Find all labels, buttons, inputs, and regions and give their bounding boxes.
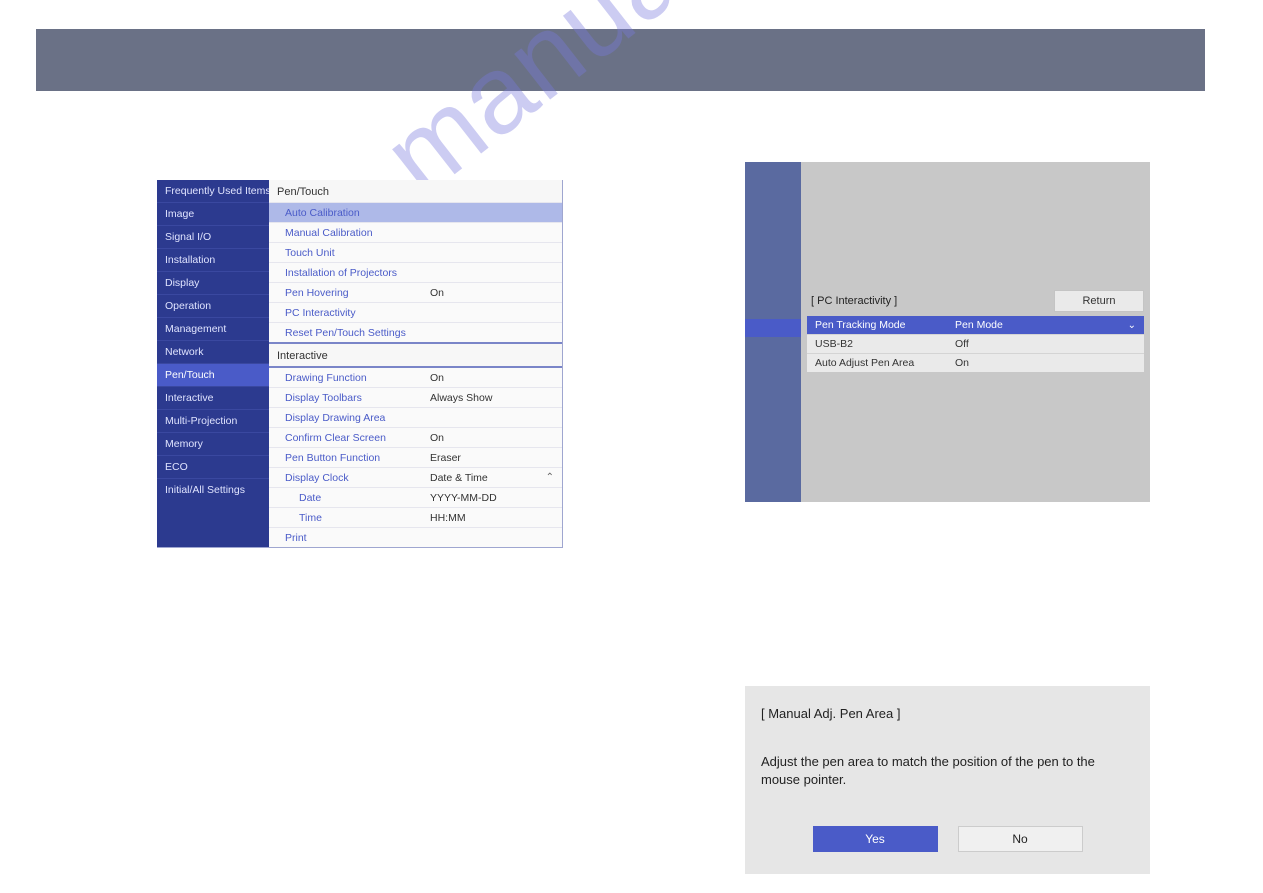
menu-item-value: Date & Time [430, 472, 546, 484]
pc-row-usb-b2[interactable]: USB-B2Off [807, 334, 1144, 353]
sidebar-item-display[interactable]: Display [157, 271, 269, 294]
pc-panel-body: [ PC Interactivity ] Return Pen Tracking… [801, 162, 1150, 502]
pc-interactivity-list: Pen Tracking ModePen Mode⌄USB-B2OffAuto … [807, 316, 1144, 372]
menu-item-display-clock[interactable]: Display ClockDate & Time⌃ [269, 467, 562, 487]
pc-panel-header: [ PC Interactivity ] Return [811, 290, 1144, 312]
menu-item-label: Print [285, 532, 430, 544]
menu-item-auto-calibration[interactable]: Auto Calibration [269, 202, 562, 222]
menu-item-time[interactable]: TimeHH:MM [269, 507, 562, 527]
pc-row-auto-adjust-pen-area[interactable]: Auto Adjust Pen AreaOn [807, 353, 1144, 372]
return-button[interactable]: Return [1054, 290, 1144, 312]
menu-item-installation-of-projectors[interactable]: Installation of Projectors [269, 262, 562, 282]
menu-item-pen-button-function[interactable]: Pen Button FunctionEraser [269, 447, 562, 467]
sidebar-item-memory[interactable]: Memory [157, 432, 269, 455]
pc-row-value: On [955, 357, 1136, 369]
sidebar-item-multi-projection[interactable]: Multi-Projection [157, 409, 269, 432]
menu-item-confirm-clear-screen[interactable]: Confirm Clear ScreenOn [269, 427, 562, 447]
settings-sidebar: Frequently Used ItemsImageSignal I/OInst… [157, 180, 269, 547]
menu-item-print[interactable]: Print [269, 527, 562, 547]
sidebar-item-interactive[interactable]: Interactive [157, 386, 269, 409]
section-label-interactive: Interactive [269, 342, 562, 366]
menu-item-label: Manual Calibration [285, 227, 430, 239]
menu-item-label: Display Toolbars [285, 392, 430, 404]
menu-item-display-drawing-area[interactable]: Display Drawing Area [269, 407, 562, 427]
pc-row-pen-tracking-mode[interactable]: Pen Tracking ModePen Mode⌄ [807, 316, 1144, 334]
menu-item-label: Confirm Clear Screen [285, 432, 430, 444]
dialog-actions: Yes No [761, 826, 1134, 852]
sidebar-item-pen-touch[interactable]: Pen/Touch [157, 363, 269, 386]
pc-panel-sidebar [745, 162, 801, 502]
settings-detail: Pen/Touch Auto Calibration Manual Calibrat… [269, 180, 562, 547]
pc-row-label: Pen Tracking Mode [815, 319, 955, 331]
menu-item-display-toolbars[interactable]: Display ToolbarsAlways Show [269, 387, 562, 407]
chevron-up-icon: ⌃ [546, 472, 554, 483]
pc-row-value: Pen Mode [955, 319, 1128, 331]
sidebar-item-network[interactable]: Network [157, 340, 269, 363]
menu-item-label: Display Clock [285, 472, 430, 484]
pc-row-label: Auto Adjust Pen Area [815, 357, 955, 369]
pc-panel-title: [ PC Interactivity ] [811, 295, 897, 307]
chevron-down-icon: ⌄ [1128, 320, 1136, 331]
sidebar-item-signal-i-o[interactable]: Signal I/O [157, 225, 269, 248]
menu-item-label: Pen Hovering [285, 287, 430, 299]
menu-item-drawing-function[interactable]: Drawing FunctionOn [269, 366, 562, 387]
menu-item-value: On [430, 432, 554, 444]
menu-item-touch-unit[interactable]: Touch Unit [269, 242, 562, 262]
pc-panel-sidebar-highlight [745, 319, 801, 337]
section-label-pen-touch: Pen/Touch [269, 180, 562, 202]
menu-item-label: Time [285, 512, 430, 524]
pc-interactivity-panel: [ PC Interactivity ] Return Pen Tracking… [745, 162, 1150, 502]
menu-item-label: Pen Button Function [285, 452, 430, 464]
menu-item-value: YYYY-MM-DD [430, 492, 554, 504]
menu-item-label: Drawing Function [285, 372, 430, 384]
menu-item-value: Always Show [430, 392, 554, 404]
menu-item-value: HH:MM [430, 512, 554, 524]
sidebar-item-eco[interactable]: ECO [157, 455, 269, 478]
dialog-title: [ Manual Adj. Pen Area ] [761, 706, 1134, 721]
pc-row-label: USB-B2 [815, 338, 955, 350]
sidebar-item-initial-all-settings[interactable]: Initial/All Settings [157, 478, 269, 501]
yes-button[interactable]: Yes [813, 826, 938, 852]
no-button[interactable]: No [958, 826, 1083, 852]
menu-item-label: Display Drawing Area [285, 412, 430, 424]
menu-item-reset-pen-touch-settings[interactable]: Reset Pen/Touch Settings [269, 322, 562, 342]
menu-item-pen-hovering[interactable]: Pen HoveringOn [269, 282, 562, 302]
menu-item-manual-calibration[interactable]: Manual Calibration [269, 222, 562, 242]
menu-item-value: Eraser [430, 452, 554, 464]
menu-item-value: On [430, 287, 554, 299]
menu-item-label: PC Interactivity [285, 307, 430, 319]
sidebar-item-frequently-used-items[interactable]: Frequently Used Items [157, 180, 269, 202]
settings-panel: Frequently Used ItemsImageSignal I/OInst… [157, 180, 563, 548]
sidebar-item-operation[interactable]: Operation [157, 294, 269, 317]
menu-item-label: Installation of Projectors [285, 267, 430, 279]
sidebar-item-installation[interactable]: Installation [157, 248, 269, 271]
menu-item-date[interactable]: DateYYYY-MM-DD [269, 487, 562, 507]
sidebar-item-image[interactable]: Image [157, 202, 269, 225]
menu-item-label: Date [285, 492, 430, 504]
menu-item-label: Auto Calibration [285, 207, 430, 219]
sidebar-item-management[interactable]: Management [157, 317, 269, 340]
manual-adj-pen-area-dialog: [ Manual Adj. Pen Area ] Adjust the pen … [745, 686, 1150, 874]
menu-item-label: Reset Pen/Touch Settings [285, 327, 430, 339]
menu-item-label: Touch Unit [285, 247, 430, 259]
menu-item-pc-interactivity[interactable]: PC Interactivity [269, 302, 562, 322]
dialog-message: Adjust the pen area to match the positio… [761, 753, 1134, 788]
menu-item-value: On [430, 372, 554, 384]
top-banner [36, 29, 1205, 91]
pc-row-value: Off [955, 338, 1136, 350]
